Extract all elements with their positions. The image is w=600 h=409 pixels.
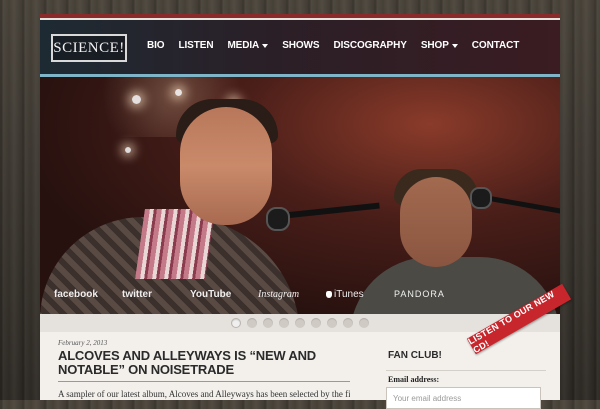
pandora-link[interactable]: PANDORA [394, 289, 462, 299]
stage-light [125, 147, 131, 153]
nav-item-shop[interactable]: SHOP [414, 40, 465, 51]
slide-dot[interactable] [263, 318, 273, 328]
apple-icon [326, 290, 332, 298]
slide-dot[interactable] [311, 318, 321, 328]
slide-dot[interactable] [295, 318, 305, 328]
slide-dot[interactable] [247, 318, 257, 328]
nav-item-label: DISCOGRAPHY [333, 40, 407, 51]
nav-item-shows[interactable]: SHOWS [275, 40, 326, 51]
nav-item-label: CONTACT [471, 40, 520, 51]
post-divider [58, 381, 350, 382]
email-label: Email address: [388, 375, 440, 384]
site-container: SCIENCE! BIO LISTEN MEDIA SHOWS DISCOGRA… [40, 14, 572, 409]
chevron-down-icon [451, 43, 458, 48]
nav-item-media[interactable]: MEDIA [220, 40, 275, 51]
post-title[interactable]: ALCOVES AND ALLEYWAYS IS “NEW AND NOTABL… [58, 349, 350, 377]
main-nav: BIO LISTEN MEDIA SHOWS DISCOGRAPHY SHOP … [140, 40, 526, 51]
stage-light [175, 89, 182, 96]
microphone-icon [266, 207, 290, 231]
nav-item-label: MEDIA [227, 40, 260, 51]
microphone-stand [279, 202, 380, 219]
nav-item-listen[interactable]: LISTEN [171, 40, 220, 51]
nav-item-label: LISTEN [178, 40, 214, 51]
social-links: facebook twitter YouTube Instagram iTune… [40, 284, 560, 304]
band-member-2-head [400, 177, 472, 267]
nav-item-label: SHOWS [282, 40, 320, 51]
stage-light [132, 95, 141, 104]
post-excerpt: A sampler of our latest album, Alcoves a… [58, 389, 350, 399]
slide-dot[interactable] [359, 318, 369, 328]
site-logo[interactable]: SCIENCE! [51, 34, 127, 62]
youtube-link[interactable]: YouTube [190, 289, 258, 300]
slide-dot[interactable] [327, 318, 337, 328]
twitter-link[interactable]: twitter [122, 289, 190, 300]
email-field[interactable] [386, 387, 541, 409]
chevron-down-icon [262, 43, 269, 48]
sidebar-divider [386, 370, 546, 371]
fan-club-title: FAN CLUB! [388, 350, 442, 361]
site-header: SCIENCE! BIO LISTEN MEDIA SHOWS DISCOGRA… [40, 20, 560, 74]
hero-slideshow[interactable]: facebook twitter YouTube Instagram iTune… [40, 77, 560, 314]
microphone-stand [483, 195, 560, 214]
facebook-link[interactable]: facebook [54, 289, 122, 300]
itunes-link[interactable]: iTunes [326, 289, 394, 300]
microphone-icon [470, 187, 492, 209]
nav-item-bio[interactable]: BIO [140, 40, 171, 51]
slide-dot[interactable] [279, 318, 289, 328]
slide-dot[interactable] [231, 318, 241, 328]
itunes-label: iTunes [334, 288, 364, 300]
post-date: February 2, 2013 [58, 339, 108, 347]
nav-item-label: BIO [147, 40, 165, 51]
slide-dot[interactable] [343, 318, 353, 328]
nav-item-contact[interactable]: CONTACT [465, 40, 526, 51]
instagram-link[interactable]: Instagram [258, 289, 326, 300]
band-member-1-head [180, 107, 272, 225]
nav-item-label: SHOP [420, 40, 449, 51]
nav-item-discography[interactable]: DISCOGRAPHY [326, 40, 413, 51]
